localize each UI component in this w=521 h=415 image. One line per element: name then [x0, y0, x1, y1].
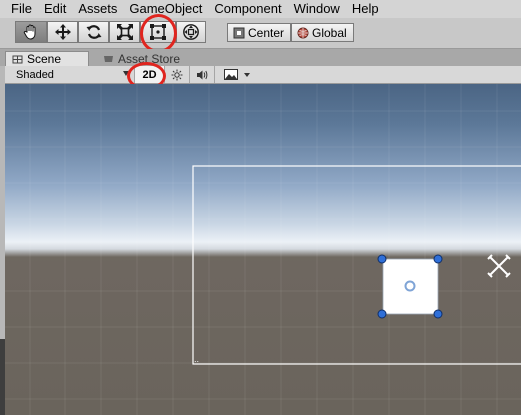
move-tool-icon: [54, 24, 71, 40]
move-tool-button[interactable]: [47, 21, 78, 43]
globe-icon: [297, 27, 309, 38]
tab-bar: Scene Asset Store: [0, 49, 521, 66]
menu-bar: File Edit Assets GameObject Component Wi…: [0, 0, 521, 18]
scale-tool-icon: [116, 24, 133, 40]
chevron-down-icon: [244, 72, 250, 77]
tab-scene[interactable]: Scene: [5, 51, 89, 66]
menu-edit[interactable]: Edit: [38, 0, 72, 18]
rotate-tool-icon: [86, 25, 101, 39]
menu-window[interactable]: Window: [288, 0, 346, 18]
menu-assets[interactable]: Assets: [72, 0, 123, 18]
asset-store-icon: [104, 56, 113, 62]
image-effects-dropdown[interactable]: [219, 66, 255, 83]
scene-grid: ..: [5, 84, 521, 415]
hand-tool-button[interactable]: [15, 21, 47, 43]
pivot-icon: [233, 27, 245, 38]
shading-mode-dropdown[interactable]: Shaded: [9, 66, 135, 83]
scale-tool-button[interactable]: [109, 21, 140, 43]
shading-mode-label: Shaded: [16, 68, 54, 81]
selection-handle: [433, 309, 443, 319]
image-effects-icon: [224, 69, 238, 80]
main-toolbar: Center Global: [0, 14, 521, 53]
camera-gizmo-icon: [487, 254, 511, 278]
light-icon: [171, 69, 183, 80]
scene-viewport[interactable]: ..: [5, 84, 521, 415]
frame-dots: ..: [194, 355, 199, 364]
camera-frame: [192, 165, 521, 365]
scene-toolbar: Shaded 2D: [5, 62, 521, 90]
highlight-circle-rect-tool: [140, 14, 177, 53]
hand-tool-icon: [23, 24, 36, 40]
transform-tool-button[interactable]: [176, 21, 206, 43]
scene-tab-icon: [12, 55, 23, 63]
selection-handle: [377, 309, 387, 319]
transform-tool-icon: [183, 24, 199, 40]
space-label: Global: [312, 25, 347, 40]
rotate-tool-button[interactable]: [78, 21, 109, 43]
menu-file[interactable]: File: [0, 0, 38, 18]
menu-help[interactable]: Help: [346, 0, 385, 18]
tab-scene-label: Scene: [27, 52, 62, 66]
pivot-label: Center: [248, 25, 285, 40]
selection-handle: [377, 254, 387, 264]
menu-component[interactable]: Component: [208, 0, 287, 18]
audio-icon: [196, 70, 207, 79]
selection-handle: [433, 254, 443, 264]
sprite-object: [382, 258, 439, 315]
pivot-center-button[interactable]: Center: [227, 23, 291, 42]
scene-lighting-button[interactable]: [165, 66, 190, 83]
scene-audio-button[interactable]: [190, 66, 215, 83]
pivot-global-button[interactable]: Global: [291, 23, 354, 42]
